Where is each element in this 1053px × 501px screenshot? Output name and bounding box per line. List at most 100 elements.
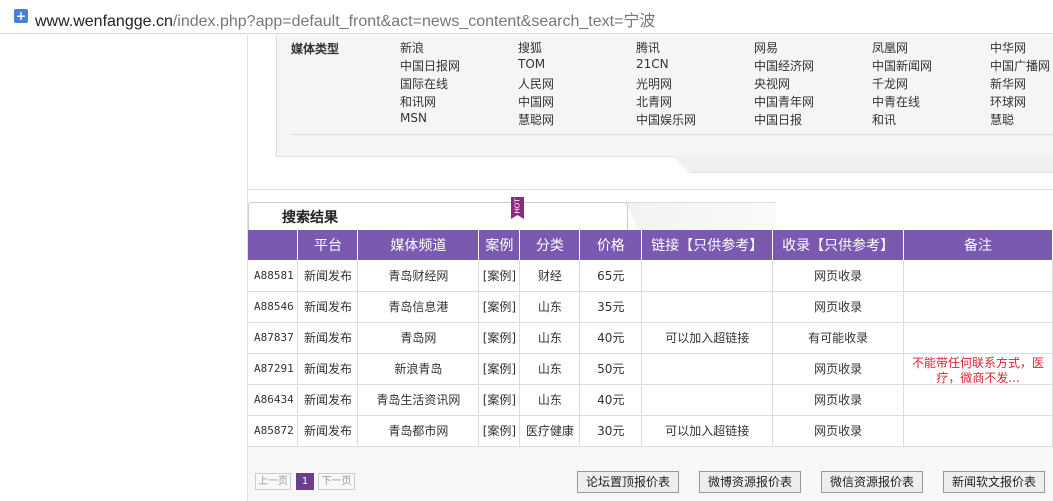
media-type-link[interactable]: 新华网: [990, 75, 1026, 92]
header-case: 案例: [478, 230, 521, 260]
header-price: 价格: [579, 230, 643, 260]
header-note: 备注: [903, 230, 1053, 260]
row-link-info: [641, 384, 774, 416]
wechat-price-list-button[interactable]: 微信资源报价表: [821, 471, 923, 493]
row-id: A86434: [248, 384, 299, 416]
row-price: 65元: [579, 260, 643, 292]
header-category: 分类: [519, 230, 581, 260]
media-type-link[interactable]: 中国广播网: [990, 57, 1050, 74]
row-index-info: 网页收录: [772, 291, 905, 323]
left-blank-area: [0, 35, 248, 501]
row-channel[interactable]: 青岛都市网: [357, 415, 480, 447]
row-link-info: [641, 260, 774, 292]
case-link[interactable]: [案例]: [478, 260, 521, 292]
row-category: 财经: [519, 260, 581, 292]
row-platform: 新闻发布: [297, 291, 359, 323]
note-text: [904, 418, 1051, 446]
media-type-link[interactable]: 光明网: [636, 75, 672, 92]
prev-page-button[interactable]: 上一页: [255, 473, 291, 490]
media-type-link[interactable]: TOM: [518, 57, 545, 71]
media-type-link[interactable]: 央视网: [754, 75, 790, 92]
row-link-info: 可以加入超链接: [641, 415, 774, 447]
media-type-link[interactable]: 腾讯: [636, 39, 660, 56]
row-index-info: 网页收录: [772, 353, 905, 385]
media-type-link[interactable]: 21CN: [636, 57, 669, 71]
row-index-info: 网页收录: [772, 260, 905, 292]
media-type-link[interactable]: 国际在线: [400, 75, 448, 92]
media-type-link[interactable]: 中国新闻网: [872, 57, 932, 74]
media-type-link[interactable]: 凤凰网: [872, 39, 908, 56]
panel-tail: [690, 156, 1053, 173]
row-category: 山东: [519, 291, 581, 323]
media-type-link[interactable]: 新浪: [400, 39, 424, 56]
media-type-link[interactable]: 中国娱乐网: [636, 111, 696, 128]
forum-price-list-button[interactable]: 论坛置顶报价表: [577, 471, 679, 493]
case-link[interactable]: [案例]: [478, 291, 521, 323]
media-type-link[interactable]: 网易: [754, 39, 778, 56]
row-channel[interactable]: 青岛网: [357, 322, 480, 354]
media-type-link[interactable]: 中国经济网: [754, 57, 814, 74]
case-link[interactable]: [案例]: [478, 322, 521, 354]
media-type-link[interactable]: 中国日报网: [400, 57, 460, 74]
url-host: www.wenfangge.cn: [35, 13, 173, 30]
row-id: A85872: [248, 415, 299, 447]
table-row: A88581 新闻发布 青岛财经网 [案例] 财经 65元 网页收录: [248, 260, 1053, 292]
table-header-row: 平台 媒体频道 案例 分类 价格 链接【只供参考】 收录【只供参考】 备注: [248, 230, 1053, 260]
note-text: [904, 262, 1051, 290]
media-type-link[interactable]: 环球网: [990, 93, 1026, 110]
media-type-link[interactable]: 中青在线: [872, 93, 920, 110]
row-category: 山东: [519, 322, 581, 354]
media-type-link[interactable]: 搜狐: [518, 39, 542, 56]
header-id: [248, 230, 299, 260]
address-bar[interactable]: + www.wenfangge.cn/index.php?app=default…: [0, 0, 1053, 34]
row-index-info: 网页收录: [772, 415, 905, 447]
case-link[interactable]: [案例]: [478, 353, 521, 385]
row-category: 医疗健康: [519, 415, 581, 447]
row-note: [903, 291, 1053, 323]
tab-label: 搜索结果: [282, 210, 338, 226]
page-icon: +: [14, 9, 28, 23]
media-type-link[interactable]: 中国日报: [754, 111, 802, 128]
row-link-info: [641, 291, 774, 323]
row-index-info: 有可能收录: [772, 322, 905, 354]
media-type-link[interactable]: 北青网: [636, 93, 672, 110]
url-text[interactable]: www.wenfangge.cn/index.php?app=default_f…: [35, 7, 655, 31]
row-note: [903, 322, 1053, 354]
note-text: [904, 387, 1051, 415]
news-price-list-button[interactable]: 新闻软文报价表: [943, 471, 1045, 493]
media-type-link[interactable]: 中国网: [518, 93, 554, 110]
weibo-price-list-button[interactable]: 微博资源报价表: [699, 471, 801, 493]
media-type-link[interactable]: 和讯网: [400, 93, 436, 110]
media-type-link[interactable]: 和讯: [872, 111, 896, 128]
row-id: A88581: [248, 260, 299, 292]
media-type-link[interactable]: 千龙网: [872, 75, 908, 92]
media-type-link[interactable]: 慧聪: [990, 111, 1014, 128]
row-platform: 新闻发布: [297, 353, 359, 385]
results-table: 平台 媒体频道 案例 分类 价格 链接【只供参考】 收录【只供参考】 备注 A8…: [248, 230, 1053, 447]
media-type-link[interactable]: 中国青年网: [754, 93, 814, 110]
next-page-button[interactable]: 下一页: [318, 473, 355, 490]
case-link[interactable]: [案例]: [478, 384, 521, 416]
case-link[interactable]: [案例]: [478, 415, 521, 447]
row-note: [903, 260, 1053, 292]
table-row: A86434 新闻发布 青岛生活资讯网 [案例] 山东 40元 网页收录: [248, 384, 1053, 416]
row-id: A87291: [248, 353, 299, 385]
row-note: 不能带任何联系方式，医疗，微商不发...: [903, 353, 1053, 385]
media-type-link[interactable]: 慧聪网: [518, 111, 554, 128]
row-channel[interactable]: 青岛生活资讯网: [357, 384, 480, 416]
row-channel[interactable]: 青岛财经网: [357, 260, 480, 292]
media-type-link[interactable]: MSN: [400, 111, 427, 125]
note-text: [904, 325, 1051, 353]
row-channel[interactable]: 青岛信息港: [357, 291, 480, 323]
header-platform: 平台: [297, 230, 359, 260]
row-platform: 新闻发布: [297, 384, 359, 416]
row-channel[interactable]: 新浪青岛: [357, 353, 480, 385]
row-link-info: [641, 353, 774, 385]
media-type-link[interactable]: 中华网: [990, 39, 1026, 56]
current-page[interactable]: 1: [296, 473, 314, 490]
row-category: 山东: [519, 384, 581, 416]
media-type-link[interactable]: 人民网: [518, 75, 554, 92]
tab-search-results[interactable]: 搜索结果: [248, 202, 628, 230]
row-price: 35元: [579, 291, 643, 323]
url-path: /index.php?app=default_front&act=news_co…: [172, 13, 656, 30]
